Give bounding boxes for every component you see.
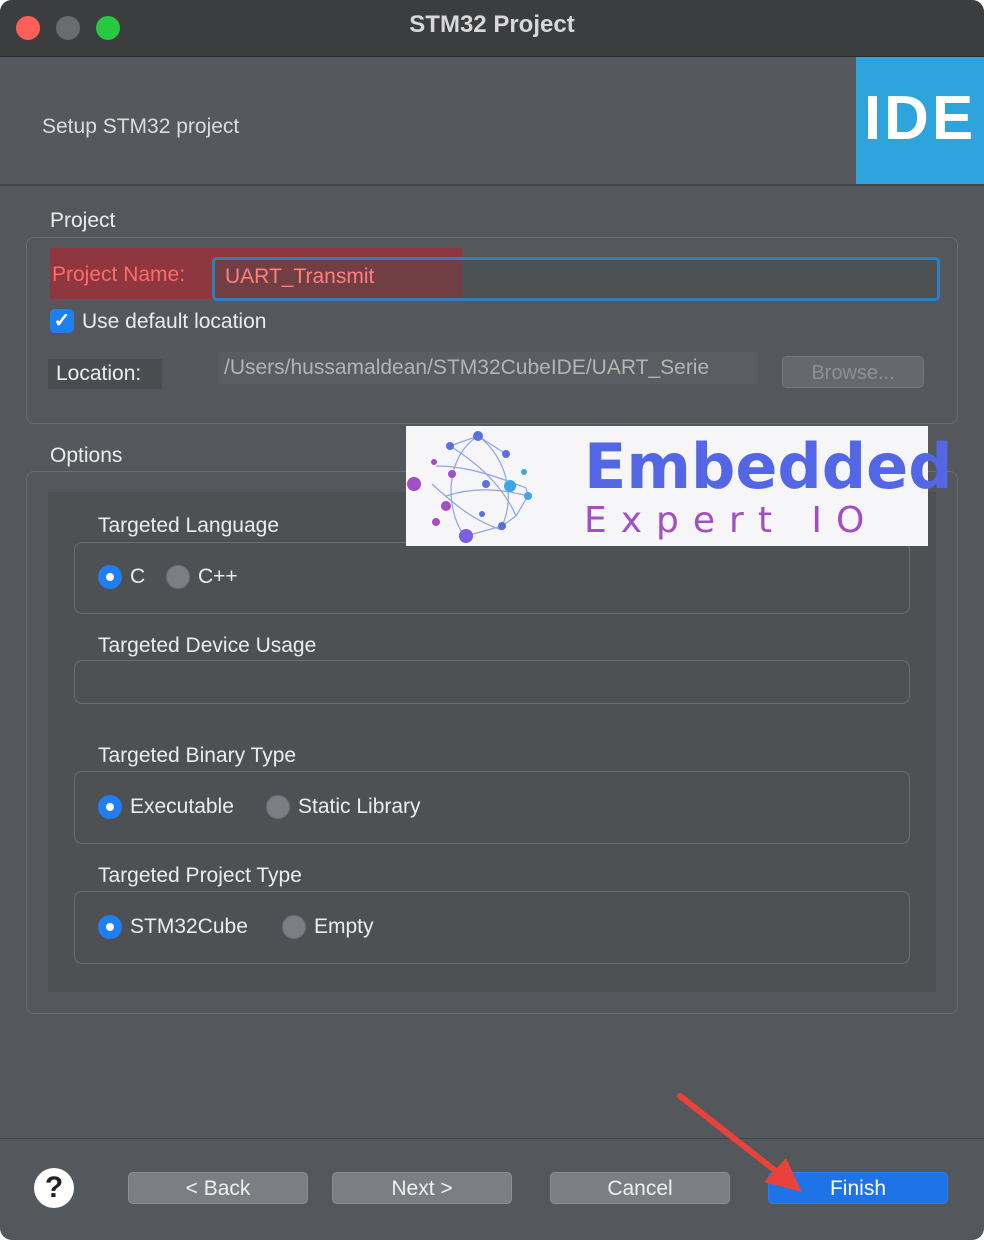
project-name-value: UART_Transmit: [225, 265, 375, 288]
options-group-label: Options: [50, 444, 123, 467]
project-type-empty-radio[interactable]: [282, 915, 306, 939]
logo-text-expert-io: Expert IO: [584, 500, 879, 541]
window-title: STM32 Project: [409, 11, 575, 38]
footer-divider: [0, 1138, 984, 1139]
project-type-stm32cube-radio[interactable]: [98, 915, 122, 939]
embedded-expert-io-logo: Embedded Expert IO: [406, 426, 953, 546]
binary-static-library-radio[interactable]: [266, 795, 290, 819]
project-type-empty-label: Empty: [314, 915, 374, 938]
back-button[interactable]: < Back: [128, 1172, 308, 1204]
binary-static-library-label: Static Library: [298, 795, 421, 818]
language-cpp-label: C++: [198, 565, 238, 588]
targeted-language-label: Targeted Language: [98, 514, 279, 537]
next-button[interactable]: Next >: [332, 1172, 512, 1204]
title-bar: STM32 Project: [0, 0, 984, 57]
browse-button[interactable]: Browse...: [782, 356, 924, 388]
language-c-label: C: [130, 565, 146, 588]
network-sphere-icon: [407, 431, 532, 543]
targeted-device-usage-group: [74, 660, 910, 704]
stm32-project-dialog: STM32 Project Setup STM32 project IDE Pr…: [0, 0, 984, 1240]
targeted-binary-type-label: Targeted Binary Type: [98, 744, 297, 767]
targeted-device-usage-label: Targeted Device Usage: [98, 634, 317, 657]
help-button[interactable]: ?: [34, 1168, 74, 1208]
language-c-radio[interactable]: [98, 565, 122, 589]
use-default-location-checkbox[interactable]: ✓: [50, 309, 74, 333]
ide-badge: IDE: [856, 57, 984, 184]
project-name-label: Project Name:: [52, 263, 186, 286]
binary-executable-label: Executable: [130, 795, 234, 818]
annotation-arrow-icon: [677, 1093, 802, 1192]
location-input[interactable]: /Users/hussamaldean/STM32CubeIDE/UART_Se…: [218, 352, 758, 384]
location-label: Location:: [48, 359, 162, 389]
wizard-subtitle: Setup STM32 project: [42, 115, 240, 138]
use-default-location-label: Use default location: [82, 310, 267, 333]
wizard-header: Setup STM32 project IDE: [0, 57, 984, 186]
project-group-label: Project: [50, 209, 116, 232]
targeted-project-type-label: Targeted Project Type: [98, 864, 302, 887]
language-cpp-radio[interactable]: [166, 565, 190, 589]
project-type-stm32cube-label: STM32Cube: [130, 915, 248, 938]
logo-text-embedded: Embedded: [584, 430, 953, 503]
binary-executable-radio[interactable]: [98, 795, 122, 819]
